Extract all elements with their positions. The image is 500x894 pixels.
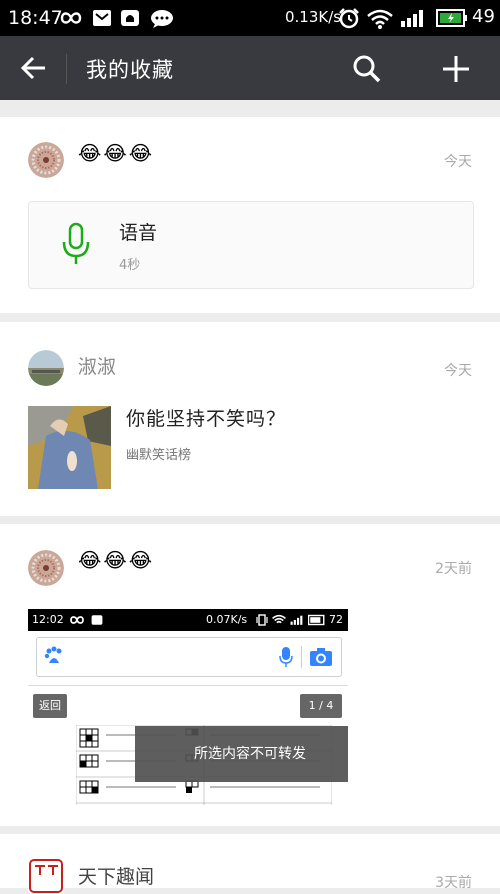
item-date: 今天: [444, 363, 472, 379]
article-thumbnail: [28, 406, 111, 489]
favorite-item-partial[interactable]: 天下趣闻 3天前: [0, 834, 500, 894]
alarm-icon: [339, 8, 359, 29]
infinity-icon: [70, 616, 84, 624]
screenshot-toast: 所选内容不可转发: [135, 726, 348, 782]
favorite-item-article[interactable]: 淑淑 今天 你能坚持不笑吗？ 幽默笑话榜: [0, 322, 500, 516]
article-title: 你能坚持不笑吗？: [126, 408, 287, 430]
infinity-icon: [60, 12, 82, 24]
microphone-icon: [62, 222, 90, 264]
screenshot-speed: 0.07K/s: [206, 613, 248, 626]
wifi-icon: [272, 614, 286, 624]
avatar: [28, 550, 64, 586]
signal-icon: [401, 10, 423, 27]
screenshot-time: 12:02: [32, 613, 64, 626]
sender-name: 天下趣闻: [78, 866, 155, 888]
screenshot-divider: [28, 685, 348, 686]
favorite-item-voice[interactable]: 😂😂😂 今天 语音 4秒: [0, 117, 500, 313]
sender-name: 淑淑: [78, 356, 117, 378]
status-time: 18:47: [8, 7, 63, 29]
item-date: 今天: [444, 154, 472, 170]
screenshot-page-indicator: 1 / 4: [300, 694, 342, 718]
search-box-divider: [301, 646, 302, 668]
battery-icon: [436, 9, 467, 27]
item-date: 2天前: [435, 561, 472, 577]
screenshot-back-button: 返回: [33, 694, 67, 718]
add-icon[interactable]: [441, 54, 471, 84]
voice-search-icon: [279, 647, 293, 667]
sender-name: 😂😂😂: [78, 141, 155, 165]
app-bar-divider: [66, 54, 67, 84]
wifi-icon: [367, 9, 393, 29]
network-speed: 0.13K/s: [285, 8, 342, 26]
baidu-paw-icon: [44, 646, 62, 663]
avatar: [28, 142, 64, 178]
sender-name: 😂😂😂: [78, 548, 155, 572]
mail-icon: [93, 10, 111, 26]
camera-icon: [310, 648, 332, 666]
status-bar: 18:47 0.13K/s 49: [0, 0, 500, 36]
back-arrow-icon[interactable]: [20, 55, 48, 81]
battery-icon: [308, 614, 325, 626]
voice-duration: 4秒: [119, 258, 141, 273]
screenshot-image[interactable]: 12:02 0.07K/s 72 返回 1 / 4 所选内容不可转发: [28, 609, 348, 805]
notification-icon: [91, 615, 103, 625]
favorite-item-image[interactable]: 😂😂😂 2天前 12:02 0.07K/s 72 返回 1 / 4 所选内容不可…: [0, 524, 500, 826]
screenshot-search-box: [36, 637, 342, 677]
avatar: [28, 858, 64, 894]
vibrate-icon: [256, 614, 268, 626]
voice-message[interactable]: 语音 4秒: [28, 201, 474, 289]
article-source: 幽默笑话榜: [126, 448, 192, 463]
screenshot-status-bar: 12:02 0.07K/s 72: [28, 609, 348, 631]
chat-bubble-icon: [151, 10, 173, 28]
avatar: [28, 350, 64, 386]
screenshot-battery: 72: [329, 613, 343, 626]
page-title: 我的收藏: [86, 58, 174, 82]
app-bar: 我的收藏: [0, 36, 500, 100]
voice-label: 语音: [119, 222, 158, 244]
signal-icon: [290, 615, 303, 625]
item-date: 3天前: [435, 875, 472, 891]
search-icon[interactable]: [352, 54, 382, 84]
notification-icon: [121, 10, 139, 26]
battery-level: 49: [472, 6, 495, 27]
